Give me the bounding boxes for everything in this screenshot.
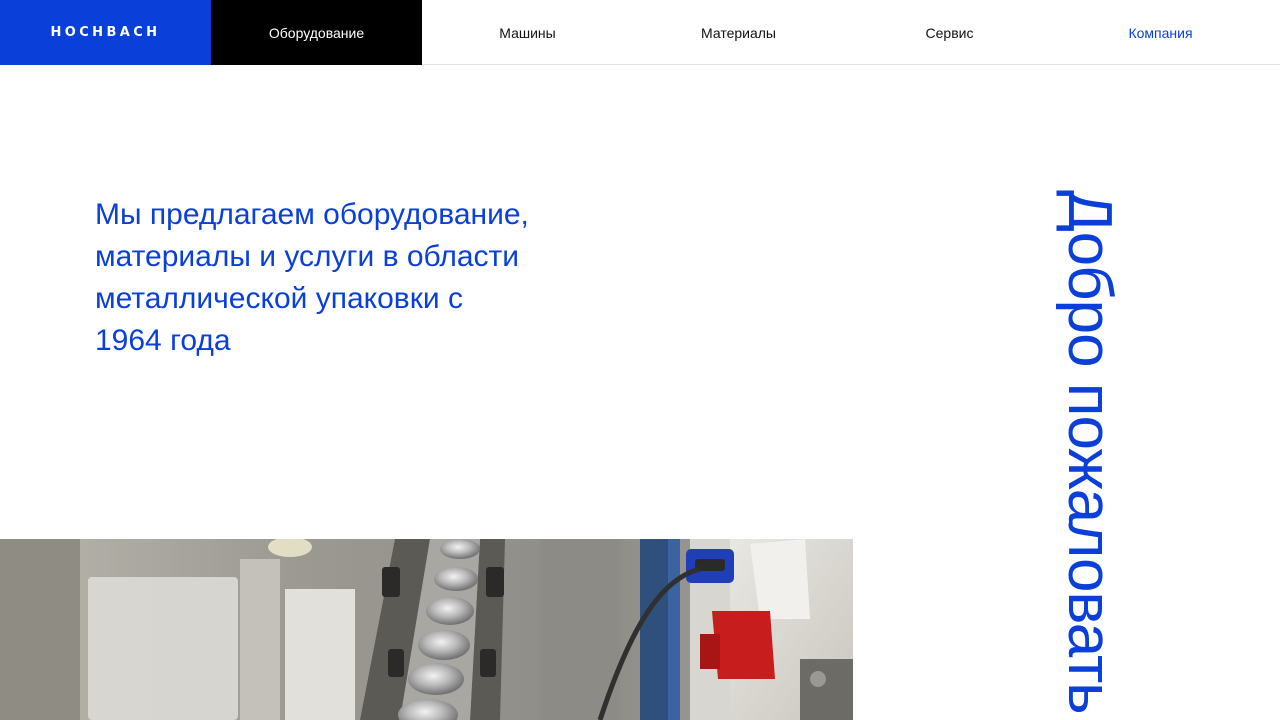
site-header: HOCHBACH Оборудование Машины Материалы С… (0, 0, 1280, 65)
nav-item-company[interactable]: Компания (1055, 0, 1266, 65)
factory-conveyor-image (0, 539, 853, 720)
hero-tagline: Мы предлагаем оборудование, материалы и … (95, 198, 529, 357)
nav-item-materials[interactable]: Материалы (633, 0, 844, 65)
nav-item-equipment[interactable]: Оборудование (211, 0, 422, 65)
nav-item-service[interactable]: Сервис (844, 0, 1055, 65)
welcome-heading: Добро пожаловать (1055, 190, 1124, 714)
logo[interactable]: HOCHBACH (0, 0, 211, 65)
nav-item-machines[interactable]: Машины (422, 0, 633, 65)
hero-photo (0, 539, 853, 720)
welcome-container: Добро пожаловать (1050, 190, 1130, 720)
